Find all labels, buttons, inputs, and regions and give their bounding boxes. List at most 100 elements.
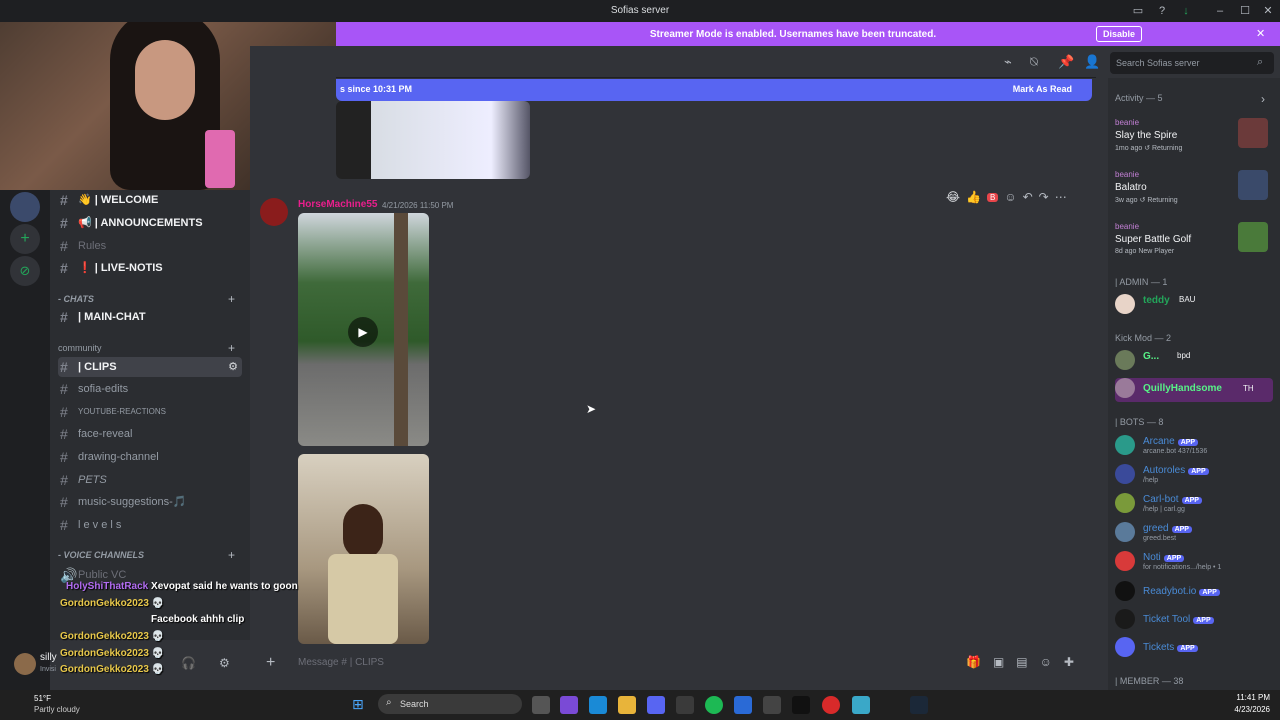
- category-chats[interactable]: - CHATS: [58, 294, 94, 304]
- chevron-right-icon[interactable]: ›: [1261, 92, 1265, 106]
- reaction-b[interactable]: B: [986, 192, 999, 202]
- app-badge: APP: [1188, 468, 1209, 475]
- clock-date: 4/23/2026: [1234, 705, 1270, 714]
- clock-time[interactable]: 11:41 PM: [1226, 693, 1270, 702]
- discord-icon[interactable]: [647, 696, 665, 714]
- channel-main-chat[interactable]: # | MAIN-CHAT: [58, 307, 242, 327]
- notification-icon[interactable]: ⍉: [1030, 54, 1038, 70]
- tiktok-icon[interactable]: [792, 696, 810, 714]
- steam-icon[interactable]: [910, 696, 928, 714]
- emoji-icon[interactable]: ☺: [1040, 655, 1052, 669]
- reaction-laugh[interactable]: 😂: [946, 190, 960, 204]
- image-attachment[interactable]: [298, 454, 429, 644]
- play-icon[interactable]: ▶: [348, 317, 378, 347]
- banner-close-icon[interactable]: ✕: [1256, 27, 1265, 40]
- channel-face-reveal[interactable]: # face-reveal: [58, 424, 242, 444]
- channel-pets[interactable]: # PETS: [58, 470, 242, 490]
- channel-announcements[interactable]: # 📢 | ANNOUNCEMENTS: [58, 213, 242, 233]
- channel-clips[interactable]: # | CLIPS ⚙: [58, 357, 242, 377]
- activity-card[interactable]: beanie Slay the Spire 1mo ago ↺ Returnin…: [1110, 114, 1274, 160]
- add-reaction-icon[interactable]: ☺: [1004, 190, 1016, 204]
- channel-levels[interactable]: # l e v e l s: [58, 515, 242, 535]
- apps-icon[interactable]: ✚: [1064, 655, 1074, 669]
- sticker-icon[interactable]: ▤: [1016, 655, 1027, 669]
- weather-temp[interactable]: 51°F: [34, 694, 51, 703]
- edge-icon[interactable]: [589, 696, 607, 714]
- explore-icon[interactable]: ⊘: [10, 256, 40, 286]
- add-channel-icon[interactable]: +: [228, 548, 235, 562]
- user-avatar[interactable]: [14, 653, 36, 675]
- gift-icon[interactable]: 🎁: [966, 655, 981, 669]
- reply-icon[interactable]: ↶: [1023, 190, 1033, 204]
- pin-icon[interactable]: 📌: [1058, 54, 1074, 70]
- member-name: QuillyHandsome: [1143, 383, 1222, 394]
- gif-icon[interactable]: ▣: [993, 655, 1004, 669]
- activity-card[interactable]: beanie Balatro 3w ago ↺ Returning: [1110, 166, 1274, 212]
- search-input[interactable]: Search Sofias server: [1110, 52, 1274, 74]
- avatar: [1115, 551, 1135, 571]
- app-icon[interactable]: [852, 696, 870, 714]
- close-window-button[interactable]: ✕: [1260, 4, 1276, 18]
- new-messages-bar[interactable]: s since 10:31 PM Mark As Read: [336, 79, 1092, 101]
- category-community[interactable]: community: [58, 343, 102, 353]
- activity-card[interactable]: beanie Super Battle Golf 8d ago New Play…: [1110, 218, 1274, 264]
- previous-media-thumbnail[interactable]: [336, 101, 530, 179]
- message-author[interactable]: HorseMachine55: [298, 199, 377, 210]
- channel-rules[interactable]: # Rules: [58, 236, 242, 256]
- task-view-icon[interactable]: [532, 696, 550, 714]
- channel-sofia-edits[interactable]: # sofia-edits: [58, 379, 242, 399]
- channel-music-suggestions[interactable]: # music-suggestions-🎵: [58, 492, 242, 512]
- mark-as-read-button[interactable]: Mark As Read: [1013, 84, 1072, 94]
- bot-status: /help: [1143, 477, 1159, 484]
- channel-label: Public VC: [78, 569, 127, 581]
- window-title: Sofias server: [610, 5, 670, 16]
- add-channel-icon[interactable]: +: [228, 292, 235, 306]
- settings-icon[interactable]: ⚙: [228, 357, 238, 377]
- reaction-thumbsup[interactable]: 👍: [966, 190, 981, 204]
- disable-button[interactable]: Disable: [1096, 26, 1143, 42]
- app-badge: APP: [1193, 617, 1214, 624]
- composer-placeholder[interactable]: Message # | CLIPS: [298, 657, 384, 668]
- channel-live-notis[interactable]: # ❗ | LIVE-NOTIS: [58, 258, 242, 278]
- add-channel-icon[interactable]: +: [228, 341, 235, 355]
- video-attachment[interactable]: ▶: [298, 213, 429, 446]
- message-composer[interactable]: + Message # | CLIPS 🎁 ▣ ▤ ☺ ✚: [258, 650, 1094, 676]
- server-icon[interactable]: [10, 192, 40, 222]
- channel-drawing[interactable]: # drawing-channel: [58, 447, 242, 467]
- download-icon[interactable]: ↓: [1178, 4, 1194, 18]
- app-icon[interactable]: [763, 696, 781, 714]
- start-icon[interactable]: ⊞: [352, 696, 364, 713]
- forward-icon[interactable]: ↷: [1039, 190, 1049, 204]
- user-settings-icon[interactable]: ⚙: [219, 656, 230, 670]
- copilot-icon[interactable]: [560, 696, 578, 714]
- help-icon[interactable]: ?: [1154, 4, 1170, 18]
- threads-icon[interactable]: ⌁: [1004, 54, 1012, 70]
- taskbar-search[interactable]: Search: [378, 694, 522, 714]
- file-explorer-icon[interactable]: [618, 696, 636, 714]
- more-icon[interactable]: ⋯: [1055, 190, 1067, 204]
- avatar: [1115, 464, 1135, 484]
- member-row[interactable]: QuillyHandsome TH: [1115, 378, 1273, 402]
- channel-welcome[interactable]: # 👋 | WELCOME: [58, 190, 242, 210]
- activity-user: beanie: [1115, 118, 1140, 127]
- avatar[interactable]: [260, 198, 288, 226]
- channel-label: | LIVE-NOTIS: [94, 262, 163, 274]
- inbox-icon[interactable]: ▭: [1130, 4, 1146, 18]
- image-subject-head: [343, 504, 383, 559]
- minimize-button[interactable]: –: [1212, 4, 1228, 18]
- add-attachment-icon[interactable]: +: [266, 654, 275, 672]
- overlay-chat-msg: 💀: [151, 648, 165, 659]
- category-voice[interactable]: - VOICE CHANNELS: [58, 550, 144, 560]
- opera-icon[interactable]: [822, 696, 840, 714]
- add-server-icon[interactable]: +: [10, 224, 40, 254]
- mail-icon[interactable]: [734, 696, 752, 714]
- headphones-icon[interactable]: 🎧: [181, 656, 196, 670]
- user-name[interactable]: silly: [40, 652, 57, 663]
- member-list-icon[interactable]: 👤: [1084, 54, 1100, 70]
- channel-label: PETS: [78, 474, 107, 486]
- overlay-chat-line: HolyShiThatRack Xevopat said he wants to…: [66, 581, 298, 592]
- store-icon[interactable]: [676, 696, 694, 714]
- spotify-icon[interactable]: [705, 696, 723, 714]
- channel-youtube-reactions[interactable]: # YOUTUBE-REACTIONS: [58, 402, 242, 422]
- maximize-button[interactable]: ☐: [1237, 4, 1253, 18]
